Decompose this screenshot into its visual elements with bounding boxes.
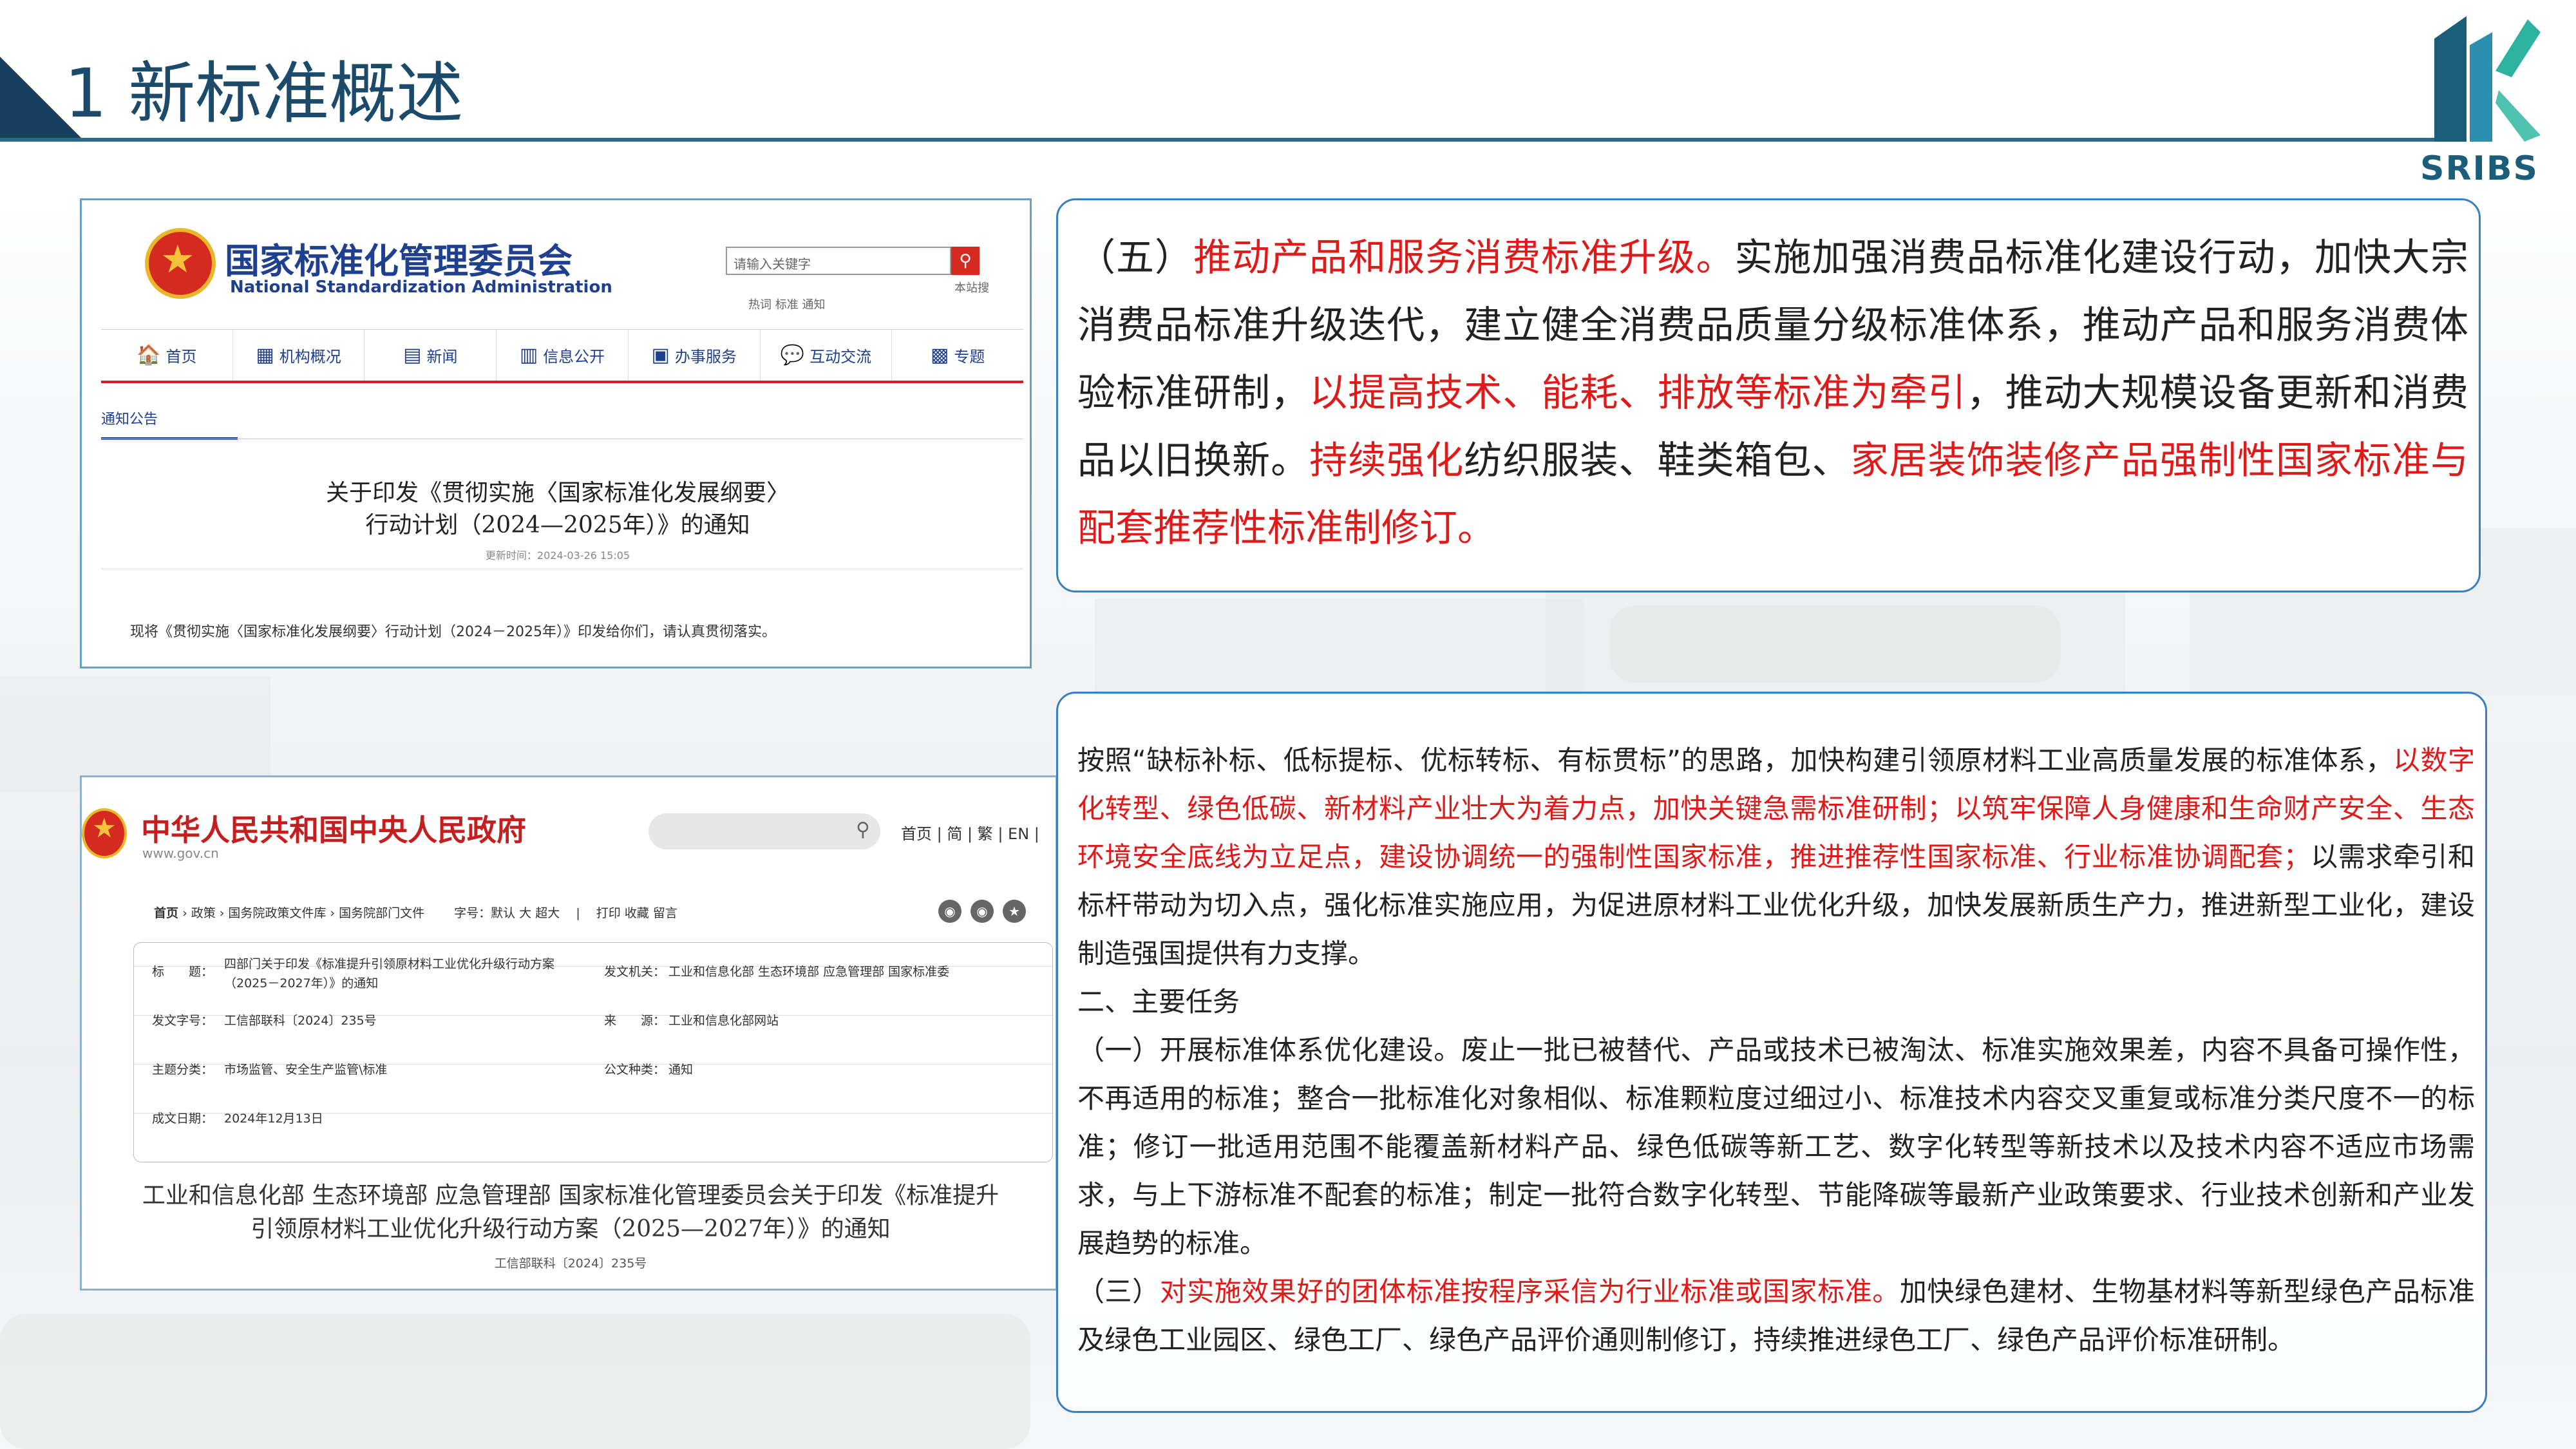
title-value-line2: （2025－2027年）》的通知 bbox=[224, 976, 379, 990]
org-name-en: National Standardization Administration bbox=[230, 278, 612, 297]
service-icon: ▣ bbox=[651, 344, 670, 366]
main-nav: 🏠 首页 ▦ 机构概况 ▤ 新闻 ▥ 信息公开 ▣ 办事服务 💬 互动交流 ▩ 专题 bbox=[101, 329, 1023, 383]
nsa-notice-screenshot: 国家标准化管理委员会 National Standardization Admi… bbox=[80, 198, 1032, 668]
breadcrumb-sep: › bbox=[219, 906, 229, 920]
nav-item-about[interactable]: ▦ 机构概况 bbox=[233, 330, 365, 381]
notice-title-line1: 关于印发《贯彻实施〈国家标准化发展纲要〉 bbox=[325, 480, 790, 506]
text-segment: （一）开展标准体系优化建设。废止一批已被替代、产品或技术已被淘汰、标准实施效果差… bbox=[1077, 1034, 2475, 1259]
breadcrumb-library[interactable]: 国务院政策文件库 bbox=[228, 906, 326, 920]
gov-cn-notice-screenshot: 中华人民共和国中央人民政府 www.gov.cn ⚲ 首页 | 简 | 繁 | … bbox=[80, 775, 1057, 1291]
chat-icon: 💬 bbox=[780, 344, 805, 366]
search-icon: ⚲ bbox=[959, 251, 972, 270]
docno-value: 工信部联科〔2024〕235号 bbox=[224, 1014, 377, 1028]
search-button[interactable]: ⚲ bbox=[951, 247, 980, 275]
issuer-value: 工业和信息化部 生态环境部 应急管理部 国家标准委 bbox=[668, 965, 950, 979]
consumer-standards-card: （五）推动产品和服务消费标准升级。实施加强消费品标准化建设行动，加快大宗消费品标… bbox=[1056, 198, 2481, 592]
text-segment: 按照“缺标补标、低标提标、优标转标、有标贯标”的思路，加快构建引领原材料工业高质… bbox=[1077, 744, 2393, 776]
type-label: 公文种类： bbox=[604, 1063, 666, 1077]
nav-label: 办事服务 bbox=[674, 348, 737, 366]
raw-materials-standards-card: 按照“缺标补标、低标提标、优标转标、有标贯标”的思路，加快构建引领原材料工业高质… bbox=[1056, 692, 2487, 1413]
highlight-segment: 对实施效果好的团体标准按程序采信为行业标准或国家标准。 bbox=[1159, 1276, 1900, 1307]
nav-item-news[interactable]: ▤ 新闻 bbox=[365, 330, 497, 381]
source-label: 来 源： bbox=[604, 1014, 666, 1028]
nav-label: 互动交流 bbox=[810, 348, 872, 366]
topic-value: 市场监管、安全生产监管\标准 bbox=[224, 1063, 388, 1077]
consumer-standards-text: （五）推动产品和服务消费标准升级。实施加强消费品标准化建设行动，加快大宗消费品标… bbox=[1077, 223, 2468, 562]
update-time: 更新时间：2024-03-26 15:05 bbox=[485, 549, 630, 562]
document-metadata: 标 题： 四部门关于印发《标准提升引领原材料工业优化升级行动方案 （2025－2… bbox=[133, 942, 1053, 1162]
gov-notice-title-line2: 引领原材料工业优化升级行动方案（2025—2027年）》的通知 bbox=[251, 1216, 891, 1242]
date-value: 2024年12月13日 bbox=[224, 1112, 323, 1126]
nav-item-services[interactable]: ▣ 办事服务 bbox=[629, 330, 761, 381]
home-icon: 🏠 bbox=[137, 344, 161, 366]
issuer-label: 发文机关： bbox=[604, 965, 666, 979]
highlight-segment: 推动产品和服务消费标准升级。 bbox=[1193, 235, 1735, 279]
section-heading: 二、主要任务 bbox=[1077, 986, 1240, 1018]
header-divider bbox=[0, 138, 2441, 142]
date-label: 成文日期： bbox=[152, 1112, 214, 1126]
breadcrumb: 首页 › 政策 › 国务院政策文件库 › 国务院部门文件 字号：默认 大 超大 … bbox=[154, 904, 677, 921]
document-icon: ▥ bbox=[519, 344, 538, 366]
title-value-line1: 四部门关于印发《标准提升引领原材料工业优化升级行动方案 bbox=[224, 957, 555, 971]
weibo-icon[interactable]: ◉ bbox=[938, 900, 961, 923]
news-icon: ▤ bbox=[403, 344, 422, 366]
nav-label: 信息公开 bbox=[543, 348, 605, 366]
sribs-logo-mark bbox=[2434, 16, 2541, 142]
gov-site-title: 中华人民共和国中央人民政府 bbox=[141, 813, 526, 848]
breadcrumb-home[interactable]: 首页 bbox=[154, 906, 178, 920]
breadcrumb-sep: › bbox=[182, 906, 191, 920]
nav-label: 首页 bbox=[166, 348, 197, 366]
language-links[interactable]: 首页 | 简 | 繁 | EN | bbox=[901, 821, 1039, 844]
search-placeholder: 请输入关键字 bbox=[734, 256, 811, 272]
search-icon[interactable]: ⚲ bbox=[856, 819, 870, 841]
site-search-label: 本站搜 bbox=[954, 281, 989, 295]
page-title: 1 新标准概述 bbox=[64, 54, 464, 133]
breadcrumb-policy[interactable]: 政策 bbox=[191, 906, 216, 920]
logo-text: SRIBS bbox=[2420, 149, 2539, 188]
tab-notices[interactable]: 通知公告 bbox=[101, 408, 238, 440]
gov-notice-title-line1: 工业和信息化部 生态环境部 应急管理部 国家标准化管理委员会关于印发《标准提升 bbox=[142, 1182, 999, 1209]
star-icon[interactable]: ★ bbox=[1003, 900, 1026, 923]
org-name-cn: 国家标准化管理委员会 bbox=[225, 241, 573, 281]
nav-item-interaction[interactable]: 💬 互动交流 bbox=[761, 330, 893, 381]
page-actions[interactable]: 打印 收藏 留言 bbox=[596, 906, 677, 920]
separator: | bbox=[564, 906, 592, 920]
source-value: 工业和信息化部网站 bbox=[668, 1014, 779, 1028]
sribs-logo: SRIBS bbox=[2409, 6, 2550, 188]
wechat-icon[interactable]: ◉ bbox=[971, 900, 994, 923]
highlight-segment: 以提高技术、能耗、排放等标准为牵引 bbox=[1309, 370, 1967, 415]
title-label: 标 题： bbox=[152, 965, 214, 979]
building-icon: ▦ bbox=[256, 344, 274, 366]
nav-item-topics[interactable]: ▩ 专题 bbox=[892, 330, 1023, 381]
nav-item-disclosure[interactable]: ▥ 信息公开 bbox=[497, 330, 629, 381]
national-emblem-icon bbox=[145, 228, 216, 299]
text-segment: （五） bbox=[1077, 235, 1194, 279]
text-segment: （三） bbox=[1077, 1276, 1160, 1307]
gov-site-url: www.gov.cn bbox=[142, 846, 219, 861]
gov-notice-number: 工信部联科〔2024〕235号 bbox=[494, 1256, 647, 1271]
font-size-controls[interactable]: 字号：默认 大 超大 bbox=[454, 906, 560, 920]
text-segment: 纺织服装、鞋类箱包、 bbox=[1464, 438, 1851, 482]
national-emblem-icon bbox=[82, 808, 127, 858]
notice-body: 现将《贯彻实施〈国家标准化发展纲要〉行动计划（2024－2025年）》印发给你们… bbox=[130, 624, 776, 640]
search-input[interactable]: 请输入关键字 bbox=[726, 247, 951, 275]
notice-title-line2: 行动计划（2024—2025年）》的通知 bbox=[365, 512, 750, 538]
search-input[interactable]: ⚲ bbox=[649, 813, 880, 849]
nav-label: 机构概况 bbox=[279, 348, 341, 366]
breadcrumb-sep: › bbox=[330, 906, 339, 920]
nav-label: 新闻 bbox=[426, 348, 458, 366]
grid-icon: ▩ bbox=[930, 344, 949, 366]
type-value: 通知 bbox=[668, 1063, 694, 1077]
nav-item-home[interactable]: 🏠 首页 bbox=[101, 330, 233, 381]
highlight-segment: 持续强化 bbox=[1309, 438, 1464, 482]
nav-label: 专题 bbox=[954, 348, 985, 366]
docno-label: 发文字号： bbox=[152, 1014, 214, 1028]
raw-materials-text: 按照“缺标补标、低标提标、优标转标、有标贯标”的思路，加快构建引领原材料工业高质… bbox=[1077, 736, 2475, 1364]
breadcrumb-dept-docs[interactable]: 国务院部门文件 bbox=[339, 906, 424, 920]
hot-words: 热词 标准 通知 bbox=[748, 298, 826, 312]
topic-label: 主题分类： bbox=[152, 1063, 214, 1077]
